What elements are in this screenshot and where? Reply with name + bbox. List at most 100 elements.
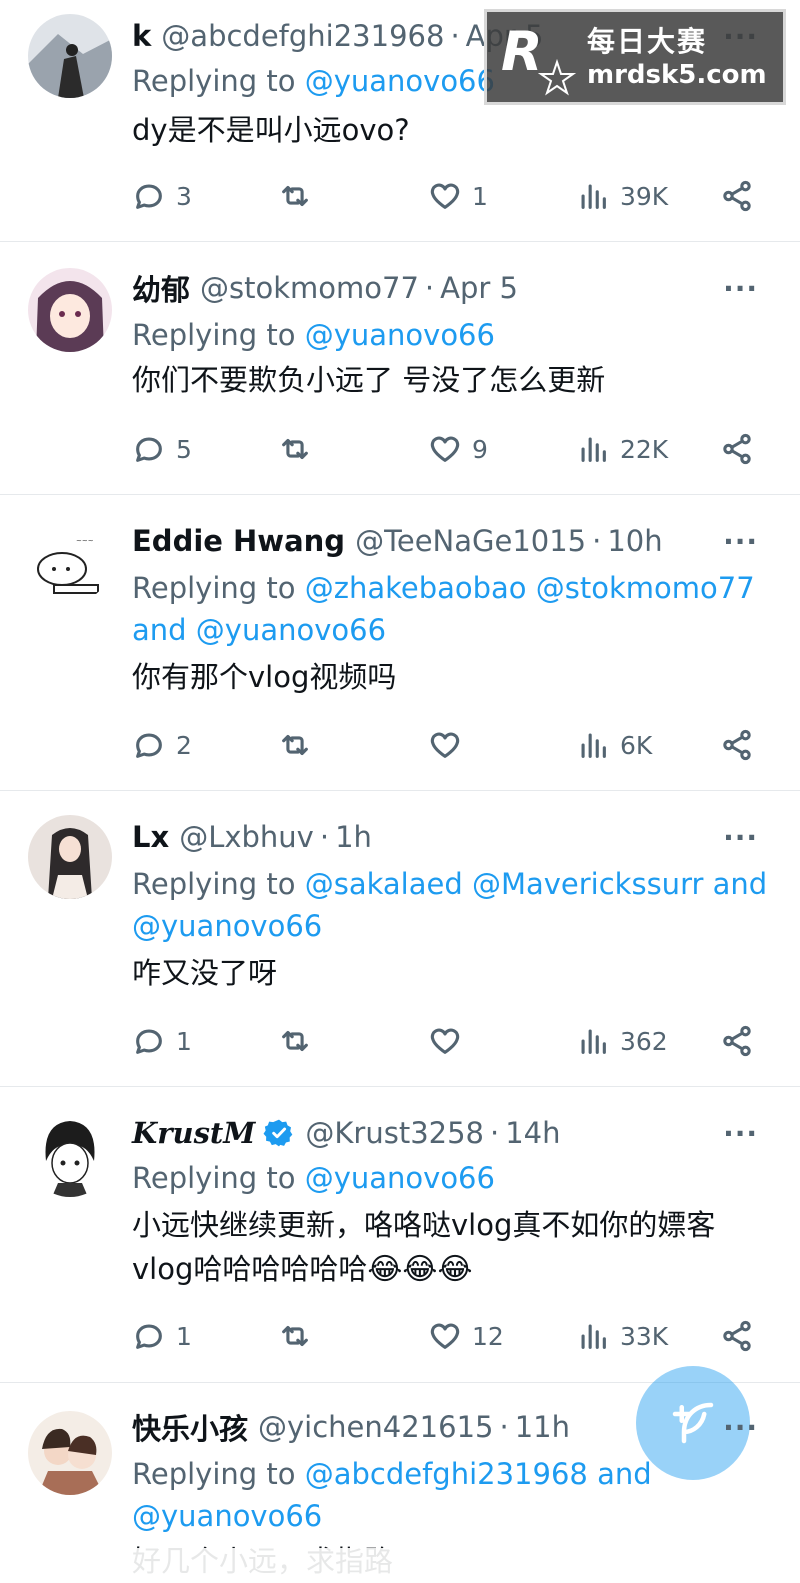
user-handle[interactable]: @Krust3258 — [305, 1116, 484, 1150]
tweet-text-line: 小远快继续更新，咯咯哒vlog真不如你的嫖客 — [132, 1208, 716, 1242]
user-handle[interactable]: @Lxbhuv — [179, 820, 314, 854]
mention-link[interactable]: @stokmomo77 — [536, 571, 755, 605]
avatar[interactable]: ~~~ — [28, 519, 112, 603]
views-button[interactable]: 6K — [576, 725, 652, 765]
like-icon — [430, 1028, 460, 1054]
timestamp[interactable]: 14h — [505, 1116, 560, 1150]
tweet-text: 你们不要欺负小远了 号没了怎么更新 — [132, 363, 606, 397]
reply-count: 1 — [176, 1026, 192, 1056]
display-name[interactable]: Lx — [132, 820, 169, 854]
more-icon[interactable]: ··· — [723, 1111, 758, 1155]
mention-link[interactable]: @yuanovo66 — [305, 318, 495, 352]
mention-link[interactable]: @yuanovo66 — [305, 1161, 495, 1195]
mention-link[interactable]: @Maverickssurr — [472, 867, 703, 901]
share-button[interactable] — [720, 429, 754, 469]
user-handle[interactable]: @yichen421615 — [258, 1410, 493, 1444]
reply-button[interactable]: 1 — [132, 1316, 192, 1356]
retweet-button[interactable] — [278, 176, 322, 216]
timestamp[interactable]: 1h — [335, 820, 372, 854]
more-icon[interactable]: ··· — [723, 1405, 758, 1449]
tweet-5[interactable]: KrustM @Krust3258 · 14h ··· Replying to … — [0, 1087, 800, 1383]
share-icon — [723, 433, 751, 465]
replying-to-label: Replying to — [132, 64, 296, 98]
mention-link[interactable]: @yuanovo66 — [132, 909, 322, 943]
reply-icon — [136, 1324, 162, 1349]
avatar[interactable] — [28, 268, 112, 352]
display-name[interactable]: 幼郁 — [132, 267, 190, 309]
timestamp[interactable]: 10h — [607, 524, 662, 558]
display-name[interactable]: KrustM — [132, 1116, 255, 1150]
share-button[interactable] — [720, 1316, 754, 1356]
share-button[interactable] — [720, 725, 754, 765]
tweet-text: 小远快继续更新，咯咯哒vlog真不如你的嫖客 vlog哈哈哈哈哈哈😂😂😂 — [132, 1203, 772, 1292]
like-button[interactable] — [428, 725, 472, 765]
mention-link[interactable]: @yuanovo66 — [132, 1499, 322, 1533]
views-button[interactable]: 39K — [576, 176, 668, 216]
reply-button[interactable]: 5 — [132, 429, 192, 469]
reply-icon — [136, 184, 162, 209]
replying-to-label: Replying to — [132, 318, 296, 352]
like-button[interactable] — [428, 1021, 472, 1061]
views-icon — [581, 733, 606, 758]
reply-icon — [136, 437, 162, 462]
reply-button[interactable]: 3 — [132, 176, 192, 216]
more-icon[interactable]: ··· — [723, 815, 758, 859]
mention-link[interactable]: @abcdefghi231968 — [305, 1457, 588, 1491]
avatar[interactable] — [28, 14, 112, 98]
tweet-actions: 2 6K — [132, 725, 762, 765]
avatar[interactable] — [28, 815, 112, 899]
view-count: 362 — [620, 1026, 668, 1056]
like-button[interactable]: 1 — [428, 176, 488, 216]
mention-link[interactable]: @zhakebaobao — [305, 571, 527, 605]
user-handle[interactable]: @TeeNaGe1015 — [355, 524, 586, 558]
mention-link[interactable]: @sakalaed — [305, 867, 463, 901]
separator-dot: · — [424, 271, 435, 305]
retweet-icon — [282, 1030, 308, 1052]
more-icon[interactable]: ··· — [723, 519, 758, 563]
avatar[interactable] — [28, 1113, 112, 1197]
like-button[interactable]: 12 — [428, 1316, 504, 1356]
tweet-header: k @abcdefghi231968 · Apr 5 — [132, 14, 544, 58]
tweet-2[interactable]: 幼郁 @stokmomo77 · Apr 5 ··· Replying to @… — [0, 242, 800, 495]
views-icon — [581, 184, 606, 209]
share-button[interactable] — [720, 1021, 754, 1061]
views-button[interactable]: 22K — [576, 429, 668, 469]
timestamp[interactable]: 11h — [515, 1410, 570, 1444]
retweet-button[interactable] — [278, 725, 322, 765]
user-handle[interactable]: @stokmomo77 — [200, 271, 419, 305]
tweet-text: dy是不是叫小远ovo? — [132, 113, 410, 147]
views-button[interactable]: 362 — [576, 1021, 668, 1061]
retweet-button[interactable] — [278, 1021, 322, 1061]
retweet-button[interactable] — [278, 1316, 322, 1356]
tweet-4[interactable]: Lx @Lxbhuv · 1h ··· Replying to @sakalae… — [0, 791, 800, 1087]
retweet-button[interactable] — [278, 429, 322, 469]
mention-link[interactable]: @yuanovo66 — [196, 613, 386, 647]
like-icon — [430, 732, 460, 758]
retweet-icon — [282, 438, 308, 460]
display-name[interactable]: Eddie Hwang — [132, 524, 345, 558]
tweet-text-line: vlog哈哈哈哈哈哈😂😂😂 — [132, 1247, 772, 1292]
timestamp[interactable]: Apr 5 — [440, 271, 518, 305]
like-icon — [430, 1323, 460, 1349]
tweet-3[interactable]: ~~~ Eddie Hwang @TeeNaGe1015 · 10h ··· R… — [0, 495, 800, 791]
reply-button[interactable]: 2 — [132, 725, 192, 765]
mention-and: and — [132, 613, 187, 647]
share-button[interactable] — [720, 176, 754, 216]
watermark-brand: 每日大赛 — [587, 25, 708, 58]
retweet-icon — [282, 1325, 308, 1347]
views-icon — [581, 1324, 606, 1349]
replying-to: Replying to @sakalaed @Maverickssurr and… — [132, 863, 772, 947]
mention-link[interactable]: @yuanovo66 — [305, 64, 495, 98]
views-button[interactable]: 33K — [576, 1316, 668, 1356]
more-icon[interactable]: ··· — [723, 266, 758, 310]
avatar[interactable] — [28, 1411, 112, 1495]
reply-button[interactable]: 1 — [132, 1021, 192, 1061]
like-button[interactable]: 9 — [428, 429, 488, 469]
display-name[interactable]: 快乐小孩 — [132, 1406, 248, 1448]
like-icon — [430, 436, 460, 462]
reply-count: 5 — [176, 434, 192, 464]
laughing-emoji: 😂😂😂 — [367, 1252, 473, 1287]
tweet-actions: 5 9 22K — [132, 429, 762, 469]
display-name[interactable]: k — [132, 19, 151, 53]
user-handle[interactable]: @abcdefghi231968 — [161, 19, 444, 53]
